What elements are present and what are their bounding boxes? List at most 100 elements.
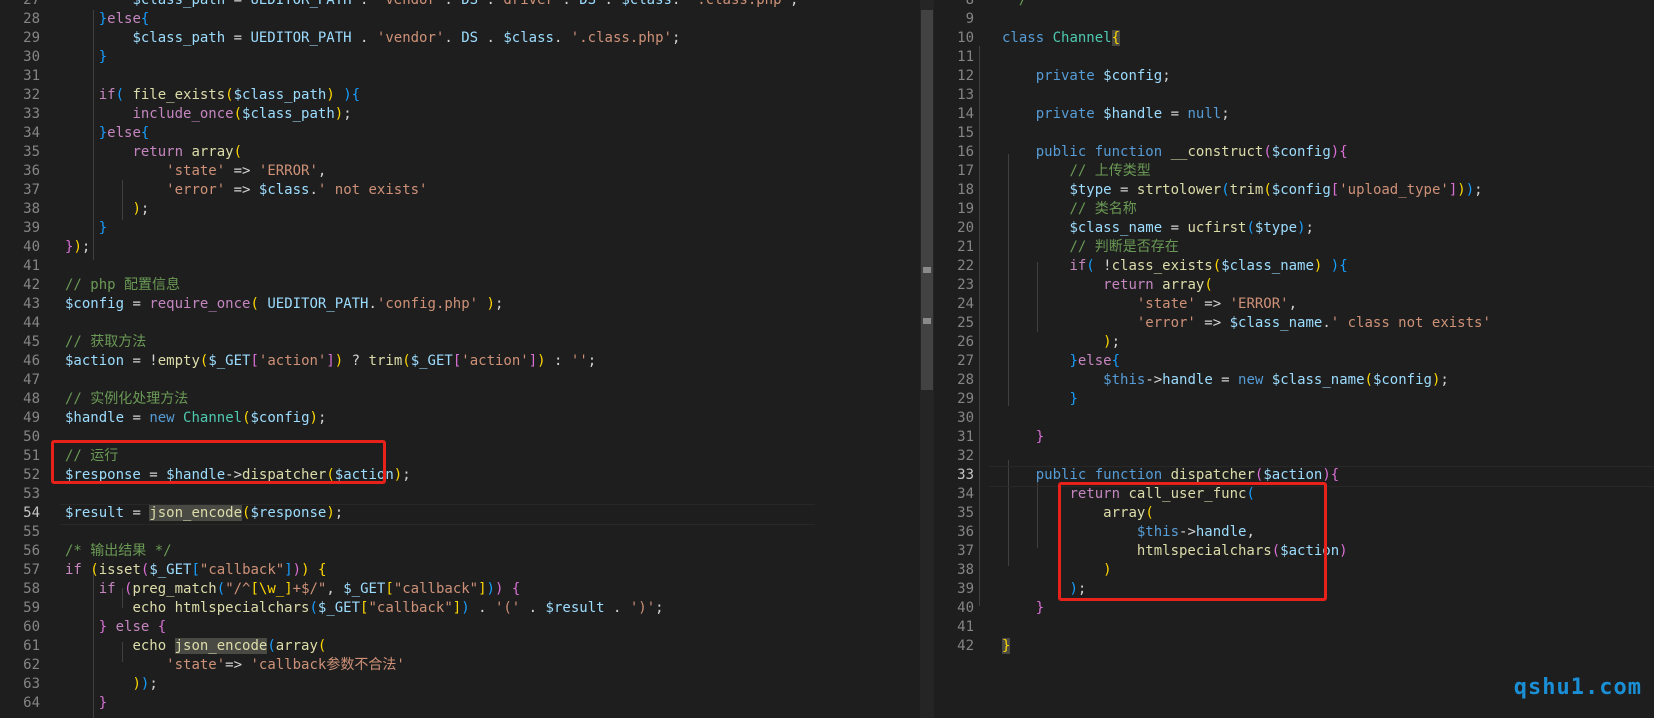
left-editor-pane[interactable]: 27 $class_path = UEDITOR_PATH . 'vendor'… — [0, 0, 920, 718]
code-line[interactable]: 23 return array( — [934, 276, 1654, 295]
code-line[interactable]: 46 $action = !empty($_GET['action']) ? tr… — [0, 352, 920, 371]
line-number: 61 — [23, 638, 40, 654]
code-line[interactable]: 25 'error' => $class_name.' class not ex… — [934, 314, 1654, 333]
code-line[interactable]: 21 // 判断是否存在 — [934, 238, 1654, 257]
code-line[interactable]: 18 $type = strtolower(trim($config['uplo… — [934, 181, 1654, 200]
code-line[interactable]: 41 — [934, 618, 1654, 637]
code-line[interactable]: 63 )); — [0, 675, 920, 694]
code-line[interactable]: 48 // 实例化处理方法 — [0, 390, 920, 409]
code-line[interactable]: 27 }else{ — [934, 352, 1654, 371]
right-editor-pane[interactable]: 8 */ 9 10 class Channel{ 11 12 private $c… — [934, 0, 1654, 718]
code-line[interactable]: 13 — [934, 86, 1654, 105]
code-line[interactable]: 31 — [0, 67, 920, 86]
code-line[interactable]: 19 // 类名称 — [934, 200, 1654, 219]
line-number: 29 — [23, 30, 40, 46]
code-line[interactable]: 37 'error' => $class.' not exists' — [0, 181, 920, 200]
code-line[interactable]: 32 if( file_exists($class_path) ){ — [0, 86, 920, 105]
code-text: array( — [1103, 505, 1154, 521]
code-line[interactable]: 57 if (isset($_GET["callback"])) { — [0, 561, 920, 580]
code-line[interactable]: 33 include_once($class_path); — [0, 105, 920, 124]
code-line[interactable]: 53 — [0, 485, 920, 504]
code-line[interactable]: 16 public function __construct($config){ — [934, 143, 1654, 162]
code-line[interactable]: 10 class Channel{ — [934, 29, 1654, 48]
code-line[interactable]: 40 } — [934, 599, 1654, 618]
code-line[interactable]: 20 $class_name = ucfirst($type); — [934, 219, 1654, 238]
code-line[interactable]: 61 echo json_encode(array( — [0, 637, 920, 656]
code-line[interactable]: 34 return call_user_func( — [934, 485, 1654, 504]
code-line[interactable]: 59 echo htmlspecialchars($_GET["callback… — [0, 599, 920, 618]
code-line[interactable]: 38 ) — [934, 561, 1654, 580]
code-line[interactable]: 49 $handle = new Channel($config); — [0, 409, 920, 428]
code-line[interactable]: 41 — [0, 257, 920, 276]
line-number: 25 — [957, 315, 974, 331]
code-line[interactable]: 55 — [0, 523, 920, 542]
code-line[interactable]: 26 ); — [934, 333, 1654, 352]
code-line[interactable]: 38 ); — [0, 200, 920, 219]
code-text: // 实例化处理方法 — [65, 391, 189, 407]
code-text: $handle = new Channel($config); — [65, 410, 327, 426]
code-line[interactable]: 62 'state'=> 'callback参数不合法' — [0, 656, 920, 675]
code-text: // 获取方法 — [65, 334, 147, 350]
code-line[interactable]: 30 — [934, 409, 1654, 428]
code-line[interactable]: 44 — [0, 314, 920, 333]
line-number: 56 — [23, 543, 40, 559]
code-line[interactable]: 42 // php 配置信息 — [0, 276, 920, 295]
code-line[interactable]: 14 private $handle = null; — [934, 105, 1654, 124]
code-line[interactable]: 36 'state' => 'ERROR', — [0, 162, 920, 181]
code-text: public function __construct($config){ — [1035, 144, 1348, 160]
code-line[interactable]: 35 return array( — [0, 143, 920, 162]
code-line[interactable]: 24 'state' => 'ERROR', — [934, 295, 1654, 314]
code-line-active[interactable]: 54 $result = json_encode($response); — [0, 504, 920, 525]
line-number: 36 — [957, 524, 974, 540]
code-line[interactable]: 29 $class_path = UEDITOR_PATH . 'vendor'… — [0, 29, 920, 48]
code-text: $this->handle, — [1136, 524, 1255, 540]
code-line[interactable]: 60 } else { — [0, 618, 920, 637]
code-line[interactable]: 32 — [934, 447, 1654, 466]
line-number: 16 — [957, 144, 974, 160]
code-line[interactable]: 51 // 运行 — [0, 447, 920, 466]
code-line[interactable]: 37 htmlspecialchars($action) — [934, 542, 1654, 561]
code-line[interactable]: 39 ); — [934, 580, 1654, 599]
line-number: 40 — [957, 600, 974, 616]
code-line[interactable]: 30 } — [0, 48, 920, 67]
code-line[interactable]: 64 } — [0, 694, 920, 713]
code-line[interactable]: 40}); — [0, 238, 920, 257]
code-line[interactable]: 50 — [0, 428, 920, 447]
code-line[interactable]: 27 $class_path = UEDITOR_PATH . 'vendor'… — [0, 0, 920, 10]
code-line[interactable]: 11 — [934, 48, 1654, 67]
code-text: }); — [65, 239, 91, 255]
scrollbar-thumb[interactable] — [921, 10, 933, 390]
code-line[interactable]: 29 } — [934, 390, 1654, 409]
code-line[interactable]: 56 /* 输出结果 */ — [0, 542, 920, 561]
code-line[interactable]: 12 private $config; — [934, 67, 1654, 86]
code-line[interactable]: 28 $this->handle = new $class_name($conf… — [934, 371, 1654, 390]
code-line-active[interactable]: 33 public function dispatcher($action){ — [934, 466, 1654, 487]
code-line[interactable]: 34 }else{ — [0, 124, 920, 143]
line-number: 55 — [23, 524, 40, 540]
code-line[interactable]: 43 $config = require_once( UEDITOR_PATH.'… — [0, 295, 920, 314]
line-number: 35 — [23, 144, 40, 160]
code-line[interactable]: 42} — [934, 637, 1654, 656]
watermark-logo: qshu1.com — [1513, 675, 1642, 700]
code-line[interactable]: 39 } — [0, 219, 920, 238]
code-line[interactable]: 36 $this->handle, — [934, 523, 1654, 542]
code-text: // 运行 — [65, 448, 119, 464]
vertical-scrollbar[interactable] — [920, 0, 934, 718]
code-line[interactable]: 52 $response = $handle->dispatcher($actio… — [0, 466, 920, 485]
line-number: 26 — [957, 334, 974, 350]
code-line[interactable]: 15 — [934, 124, 1654, 143]
line-number: 34 — [957, 486, 974, 502]
code-line[interactable]: 8 */ — [934, 0, 1654, 10]
code-line[interactable]: 45 // 获取方法 — [0, 333, 920, 352]
code-line[interactable]: 35 array( — [934, 504, 1654, 523]
code-line[interactable]: 22 if( !class_exists($class_name) ){ — [934, 257, 1654, 276]
code-text: } — [1035, 429, 1045, 445]
code-line[interactable]: 47 — [0, 371, 920, 390]
code-line[interactable]: 17 // 上传类型 — [934, 162, 1654, 181]
code-line[interactable]: 9 — [934, 10, 1654, 29]
line-number: 48 — [23, 391, 40, 407]
code-line[interactable]: 31 } — [934, 428, 1654, 447]
code-line[interactable]: 58 if (preg_match("/^[\w_]+$/", $_GET["c… — [0, 580, 920, 599]
code-line[interactable]: 28 }else{ — [0, 10, 920, 29]
code-text: if( file_exists($class_path) ){ — [98, 87, 361, 103]
